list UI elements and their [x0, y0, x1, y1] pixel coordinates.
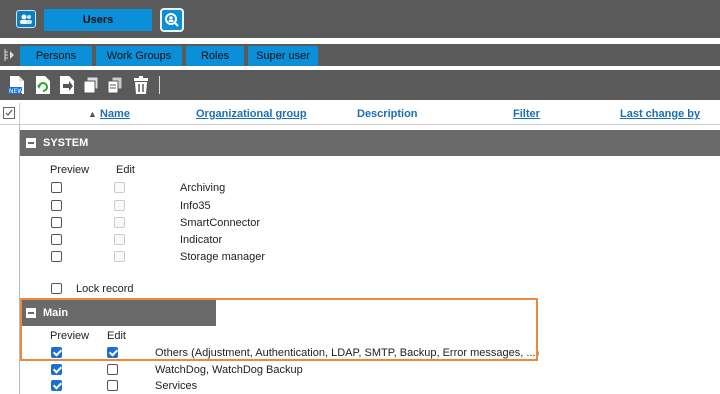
edit-checkbox-others[interactable] — [107, 347, 118, 358]
copy-icon[interactable] — [82, 75, 100, 95]
permission-label: Indicator — [180, 234, 223, 246]
permission-label: SmartConnector — [180, 217, 261, 229]
column-filter[interactable]: Filter — [513, 108, 540, 120]
preview-checkbox-indicator[interactable] — [51, 234, 62, 245]
edit-checkbox-indicator — [114, 234, 125, 245]
permission-label: Info35 — [180, 200, 211, 212]
tab-persons[interactable]: Persons — [20, 46, 92, 66]
section-title: SYSTEM — [43, 137, 89, 149]
expand-panel-icon[interactable] — [2, 46, 16, 64]
lock-record-label: Lock record — [76, 283, 134, 295]
edit-checkbox-services[interactable] — [107, 380, 118, 391]
tab-super-user[interactable]: Super user — [248, 46, 318, 66]
header-divider — [19, 103, 20, 125]
column-header-row: ▲ Name Organizational group Description … — [0, 103, 720, 125]
preview-checkbox-info35[interactable] — [51, 200, 62, 211]
column-name[interactable]: Name — [100, 108, 130, 120]
reload-icon[interactable] — [34, 75, 52, 95]
left-divider — [19, 125, 20, 394]
collapse-icon[interactable] — [26, 308, 36, 318]
edit-column-label: Edit — [107, 330, 126, 342]
users-tab[interactable]: Users — [44, 9, 152, 31]
edit-checkbox-info35 — [114, 200, 125, 211]
new-icon[interactable]: NEW — [8, 75, 26, 95]
sort-ascending-icon: ▲ — [88, 109, 97, 119]
delete-icon[interactable] — [132, 75, 150, 95]
preview-checkbox-services[interactable] — [51, 380, 62, 391]
preview-column-label: Preview — [50, 164, 90, 176]
permission-label: WatchDog, WatchDog Backup — [155, 364, 303, 376]
preview-checkbox-smartconnector[interactable] — [51, 217, 62, 228]
preview-column-label: Preview — [50, 330, 90, 342]
top-bar: Users — [0, 0, 720, 38]
section-system-header[interactable]: SYSTEM — [20, 130, 720, 156]
section-title: Main — [43, 307, 69, 319]
permission-label: Others (Adjustment, Authentication, LDAP… — [155, 347, 540, 359]
toolbar: NEW — [0, 70, 720, 100]
edit-checkbox-storage-manager — [114, 251, 125, 262]
lock-record-checkbox[interactable] — [51, 283, 62, 294]
select-all-checkbox[interactable] — [3, 107, 15, 119]
edit-checkbox-watchdog[interactable] — [107, 364, 118, 375]
column-description[interactable]: Description — [357, 108, 418, 120]
export-icon[interactable] — [58, 75, 76, 95]
collapse-icon[interactable] — [26, 138, 36, 148]
tab-work-groups[interactable]: Work Groups — [96, 46, 182, 66]
preview-checkbox-others[interactable] — [51, 347, 62, 358]
edit-checkbox-archiving — [114, 182, 125, 193]
permission-label: Storage manager — [180, 251, 265, 263]
sub-tab-bar: Persons Work Groups Roles Super user — [0, 44, 720, 66]
users-app-icon[interactable] — [16, 10, 36, 28]
section-main-header[interactable]: Main — [20, 300, 216, 326]
column-organizational-group[interactable]: Organizational group — [196, 108, 307, 120]
permission-label: Archiving — [180, 182, 226, 194]
svg-text:NEW: NEW — [9, 88, 23, 95]
toolbar-divider — [159, 76, 160, 94]
stack-icon[interactable] — [106, 75, 124, 95]
preview-checkbox-storage-manager[interactable] — [51, 251, 62, 262]
preview-checkbox-watchdog[interactable] — [51, 364, 62, 375]
tab-roles[interactable]: Roles — [186, 46, 244, 66]
edit-checkbox-smartconnector — [114, 217, 125, 228]
search-person-icon[interactable] — [160, 8, 184, 32]
edit-column-label: Edit — [116, 164, 135, 176]
column-last-change-by[interactable]: Last change by — [620, 108, 700, 120]
permission-label: Services — [155, 380, 198, 392]
preview-checkbox-archiving[interactable] — [51, 182, 62, 193]
